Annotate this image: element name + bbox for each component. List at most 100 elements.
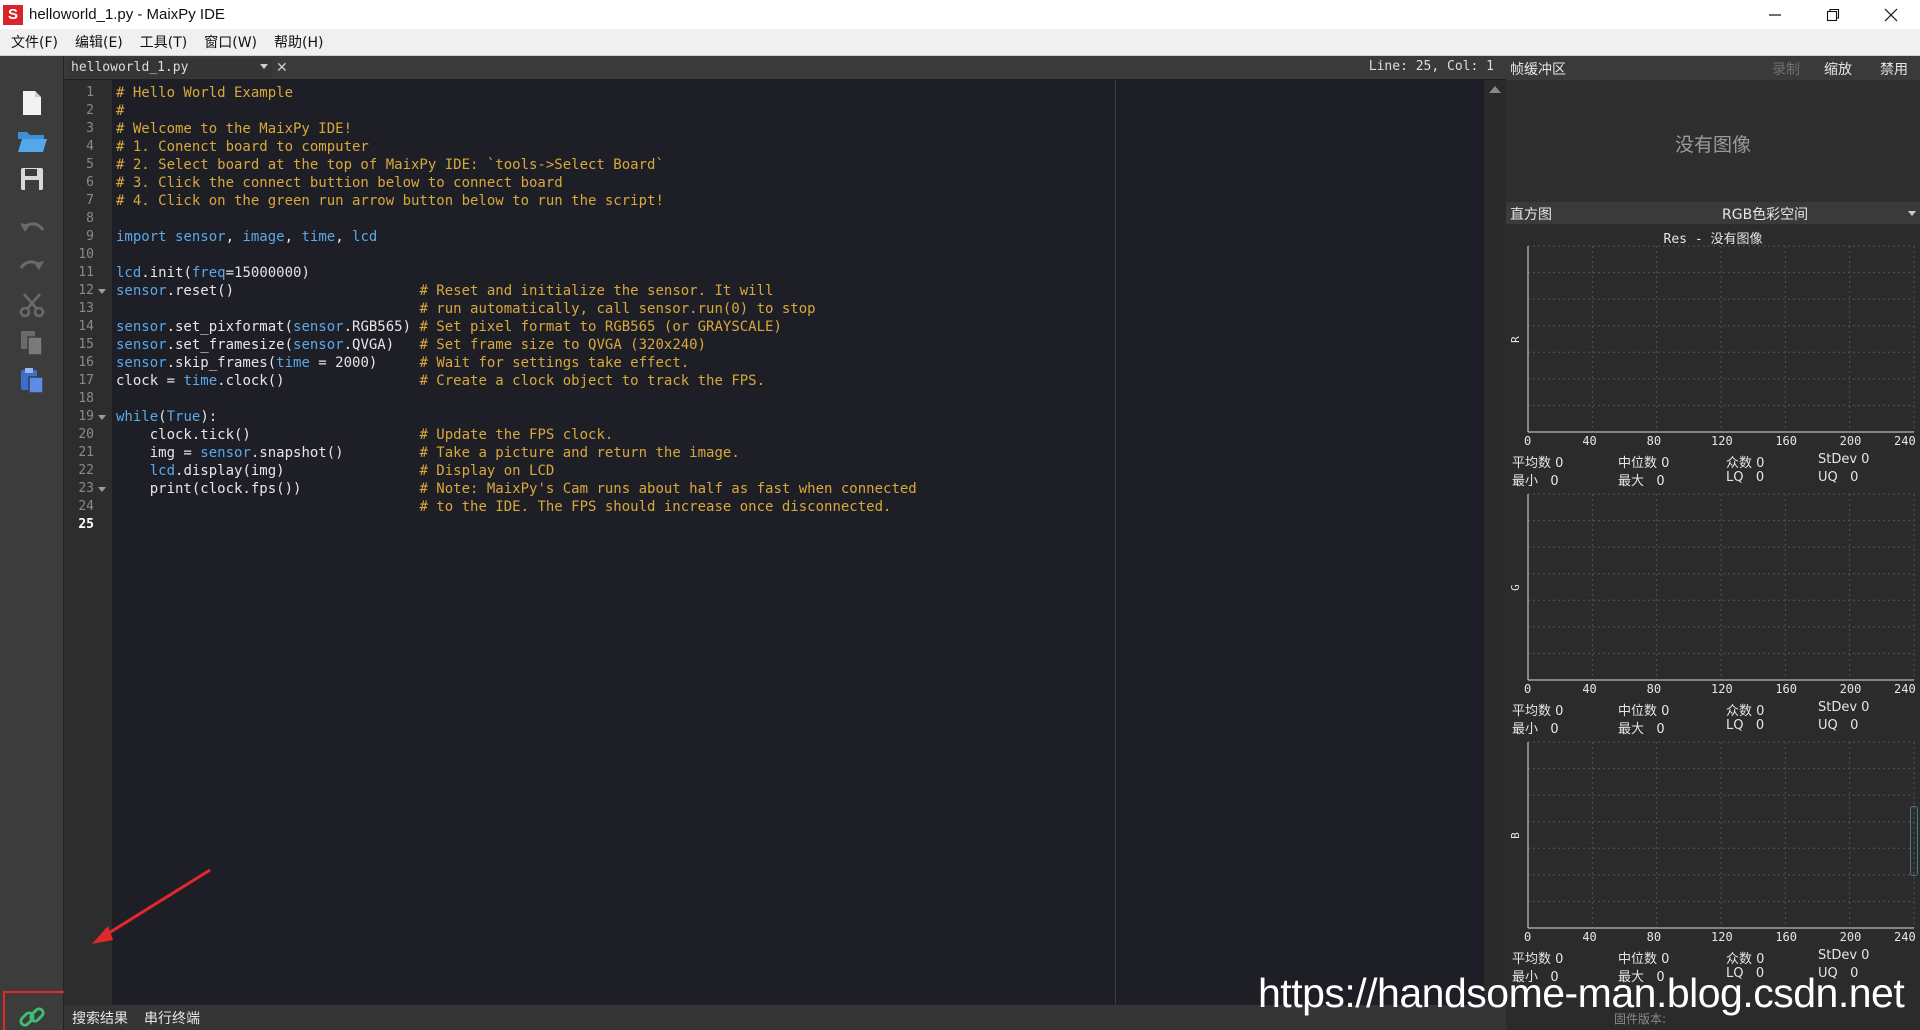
code-line: # Welcome to the MaixPy IDE! (116, 121, 353, 137)
cut-icon (19, 293, 45, 318)
line-number: 25 (78, 517, 94, 532)
chevron-down-icon[interactable] (260, 64, 268, 69)
connect-link-icon (19, 1007, 45, 1027)
code-line: img = sensor.snapshot() # Take a picture… (116, 445, 740, 461)
x-tick-label: 80 (1646, 930, 1662, 944)
code-line: lcd.init(freq=15000000) (116, 265, 310, 281)
code-line: import sensor, image, time, lcd (116, 229, 378, 245)
redo-icon (19, 260, 44, 270)
code-line: # run automatically, call sensor.run(0) … (419, 301, 816, 317)
line-number: 12 (78, 283, 94, 298)
line-number: 7 (86, 193, 94, 208)
code-line: print(clock.fps()) # Note: MaixPy's Cam … (116, 481, 917, 497)
undo-icon (20, 222, 45, 232)
save-button[interactable] (14, 162, 50, 196)
histogram-stat: 众数 0 (1726, 952, 1765, 967)
line-number: 21 (78, 445, 94, 460)
menu-tools[interactable]: 工具(T) (133, 32, 194, 52)
paste-button[interactable] (14, 364, 50, 398)
code-line: # to the IDE. The FPS should increase on… (419, 499, 892, 515)
code-line: sensor.skip_frames(time = 2000) # Wait f… (116, 355, 690, 371)
histogram-plot-b (1527, 741, 1915, 929)
cursor-position: Line: 25, Col: 1 (1368, 59, 1494, 74)
copy-icon (21, 331, 43, 356)
new-file-icon (23, 91, 41, 115)
tab-search-results[interactable]: 搜索结果 (72, 1008, 128, 1028)
right-panel: 帧缓冲区 录制 缩放 禁用 没有图像 直方图 RGB色彩空间 Res - 没有图… (1506, 56, 1920, 1030)
new-file-button[interactable] (14, 86, 50, 120)
column-guide (1115, 80, 1116, 1005)
histogram-stat: StDev 0 (1818, 948, 1870, 963)
menu-bar: 文件(F) 编辑(E) 工具(T) 窗口(W) 帮助(H) (0, 29, 1920, 56)
close-window-button[interactable] (1862, 0, 1920, 29)
line-number: 8 (86, 211, 94, 226)
code-line: clock = time.clock() # Create a clock ob… (116, 373, 766, 389)
menu-window[interactable]: 窗口(W) (197, 32, 264, 52)
redo-button[interactable] (14, 250, 50, 284)
line-number: 17 (78, 373, 94, 388)
line-number: 24 (78, 499, 94, 514)
file-tab[interactable]: helloworld_1.py (68, 58, 272, 78)
code-line: # 1. Conenct board to computer (116, 139, 369, 155)
code-line: # 3. Click the connect buttion below to … (116, 175, 563, 191)
open-folder-icon (18, 132, 47, 152)
code-line: sensor.set_pixformat(sensor.RGB565) # Se… (116, 319, 782, 335)
save-icon (21, 168, 43, 190)
line-number: 18 (78, 391, 94, 406)
line-number: 15 (78, 337, 94, 352)
x-tick-label: 200 (1839, 930, 1862, 944)
line-number: 10 (78, 247, 94, 262)
histogram-scrollbar[interactable] (1910, 806, 1918, 876)
x-tick-label: 120 (1711, 930, 1733, 944)
left-toolbar (0, 56, 69, 1030)
line-number: 13 (78, 301, 94, 316)
x-tick-label: 240 (1894, 930, 1916, 944)
code-line: # (116, 103, 125, 119)
code-line: clock.tick() # Update the FPS clock. (116, 427, 614, 443)
menu-file[interactable]: 文件(F) (4, 32, 65, 52)
fold-marker-icon[interactable] (98, 487, 106, 492)
restore-button[interactable] (1804, 0, 1862, 29)
scroll-up-icon[interactable] (1489, 86, 1501, 93)
line-number: 20 (78, 427, 94, 442)
line-number: 14 (78, 319, 94, 334)
code-line: # 4. Click on the green run arrow button… (116, 193, 664, 209)
close-tab-icon[interactable]: ✕ (276, 58, 288, 78)
line-number: 22 (78, 463, 94, 478)
code-line: while(True): (116, 409, 218, 425)
minimize-icon (1769, 13, 1781, 16)
histogram-channel-label: B (1508, 832, 1522, 839)
title-bar: S helloworld_1.py - MaixPy IDE (0, 0, 1920, 29)
line-number: 9 (86, 229, 94, 244)
line-number: 4 (86, 139, 94, 154)
app-logo-icon: S (3, 4, 23, 25)
connect-button[interactable] (14, 1000, 50, 1030)
line-number: 5 (86, 157, 94, 172)
cut-button[interactable] (14, 288, 50, 322)
x-tick-label: 0 (1524, 930, 1532, 944)
open-file-button[interactable] (14, 124, 50, 158)
menu-edit[interactable]: 编辑(E) (68, 32, 130, 52)
x-tick-label: 40 (1582, 930, 1597, 944)
window-title: helloworld_1.py - MaixPy IDE (29, 6, 225, 23)
undo-button[interactable] (14, 212, 50, 246)
editor-scrollbar[interactable] (1484, 80, 1506, 1005)
fold-marker-icon[interactable] (98, 415, 106, 420)
close-icon (1884, 8, 1898, 21)
code-line: sensor.set_framesize(sensor.QVGA) # Set … (116, 337, 707, 353)
minimize-button[interactable] (1746, 0, 1804, 29)
line-number-gutter: 1 2 3 4 5 6 7 8 9 10 11 12 13 14 15 16 17 18 19 20 21 22 23 24 2… (64, 80, 112, 1005)
editor-header: helloworld_1.py ✕ Line: 25, Col: 1 (64, 56, 1506, 80)
paste-icon (21, 368, 44, 394)
histogram-stat: 中位数 0 (1618, 952, 1670, 967)
tab-serial-terminal[interactable]: 串行终端 (144, 1008, 200, 1028)
line-number: 23 (78, 481, 94, 496)
x-tick-label: 160 (1775, 930, 1798, 944)
fold-marker-icon[interactable] (98, 289, 106, 294)
copy-button[interactable] (14, 326, 50, 360)
line-number: 16 (78, 355, 94, 370)
restore-icon (1826, 8, 1840, 21)
code-editor[interactable]: # Hello World Example # # Welcome to the M… (112, 80, 1484, 1005)
menu-help[interactable]: 帮助(H) (267, 32, 330, 52)
line-number: 19 (78, 409, 94, 424)
